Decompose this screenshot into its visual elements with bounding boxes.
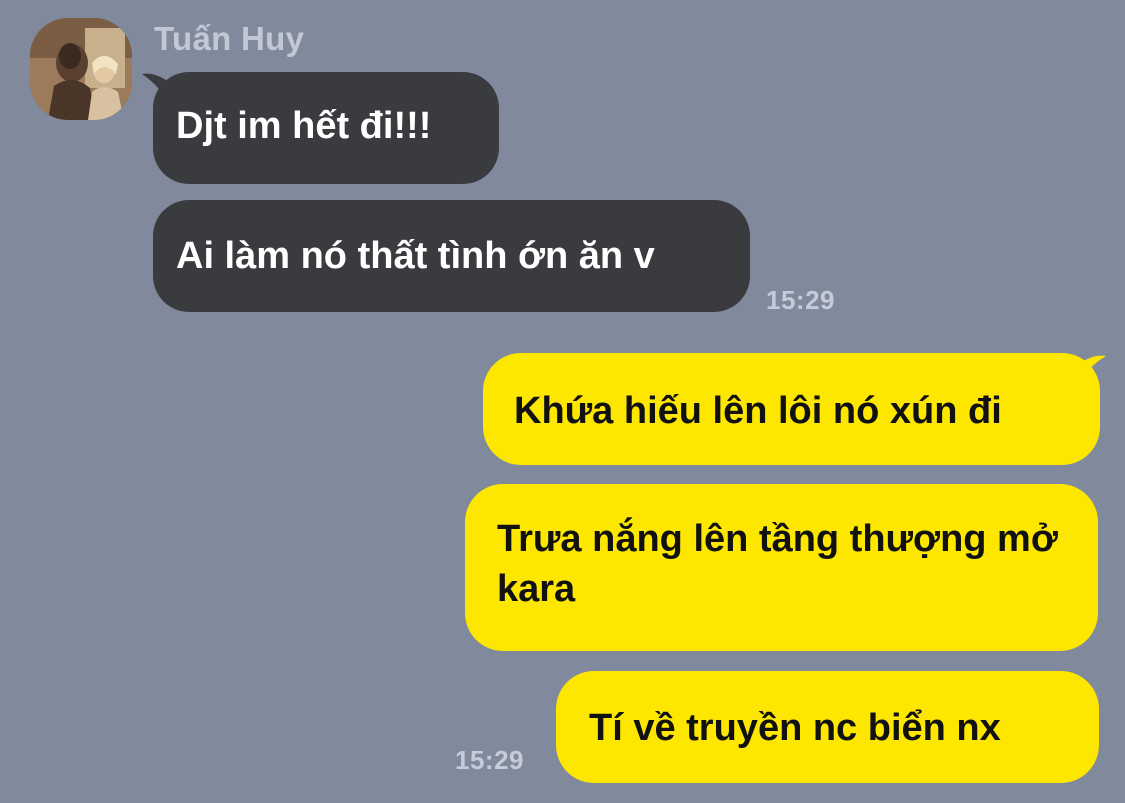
- incoming-timestamp: 15:29: [766, 285, 835, 315]
- outgoing-message[interactable]: Tí về truyền nc biển nx: [556, 671, 1099, 783]
- incoming-message[interactable]: Ai làm nó thất tình ớn ăn v: [153, 200, 750, 312]
- contact-avatar[interactable]: [30, 18, 132, 120]
- incoming-message[interactable]: Djt im hết đi!!!: [153, 72, 499, 184]
- chat-thread: Tuấn Huy Djt im hết đi!!! Ai làm nó thất…: [0, 0, 1125, 803]
- outgoing-message[interactable]: Khứa hiếu lên lôi nó xún đi: [483, 353, 1100, 465]
- outgoing-timestamp: 15:29: [455, 745, 524, 775]
- contact-name: Tuấn Huy: [154, 20, 305, 57]
- outgoing-message[interactable]: Trưa nắng lên tầng thượng mở kara: [465, 484, 1098, 651]
